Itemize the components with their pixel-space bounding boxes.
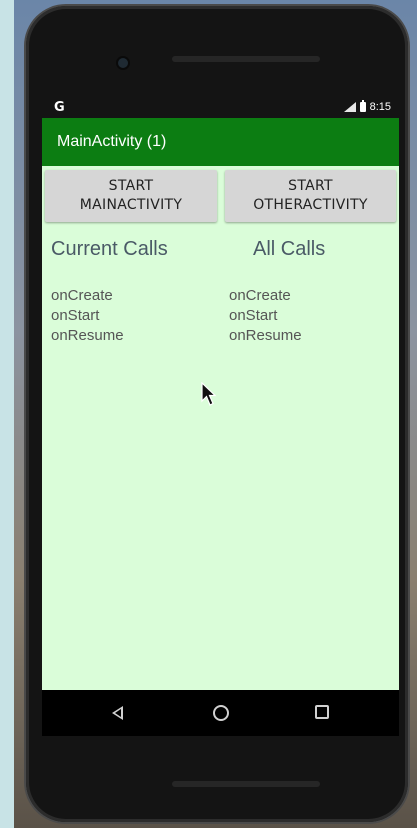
navigation-bar (42, 690, 399, 736)
list-item: onCreate (229, 287, 291, 304)
app-bar: MainActivity (1) (42, 118, 399, 166)
status-bar: G 8:15 (42, 96, 399, 118)
list-item: onStart (51, 307, 100, 324)
signal-icon (343, 102, 356, 112)
speaker-grille-top (172, 56, 320, 62)
list-item: onStart (229, 307, 278, 324)
start-mainactivity-button[interactable]: START MAINACTIVITY (45, 170, 217, 222)
status-icons: 8:15 (343, 100, 391, 113)
google-icon: G (54, 100, 65, 115)
battery-icon (359, 100, 366, 112)
status-time: 8:15 (369, 101, 391, 113)
camera-icon (118, 58, 128, 68)
current-calls-list: onCreate onStart onResume (51, 286, 124, 346)
app-title: MainActivity (1) (57, 133, 167, 150)
list-item: onResume (51, 327, 124, 344)
current-calls-heading: Current Calls (51, 238, 168, 260)
speaker-grille-bottom (172, 781, 320, 787)
back-icon[interactable] (112, 706, 123, 720)
all-calls-heading: All Calls (253, 238, 326, 260)
recents-icon[interactable] (315, 705, 329, 719)
home-icon[interactable] (213, 705, 229, 721)
list-item: onCreate (51, 287, 113, 304)
mouse-pointer-icon (201, 382, 217, 406)
list-item: onResume (229, 327, 302, 344)
start-otheractivity-button[interactable]: START OTHERACTIVITY (225, 170, 396, 222)
main-content: START MAINACTIVITY START OTHERACTIVITY C… (42, 166, 399, 690)
all-calls-list: onCreate onStart onResume (229, 286, 302, 346)
